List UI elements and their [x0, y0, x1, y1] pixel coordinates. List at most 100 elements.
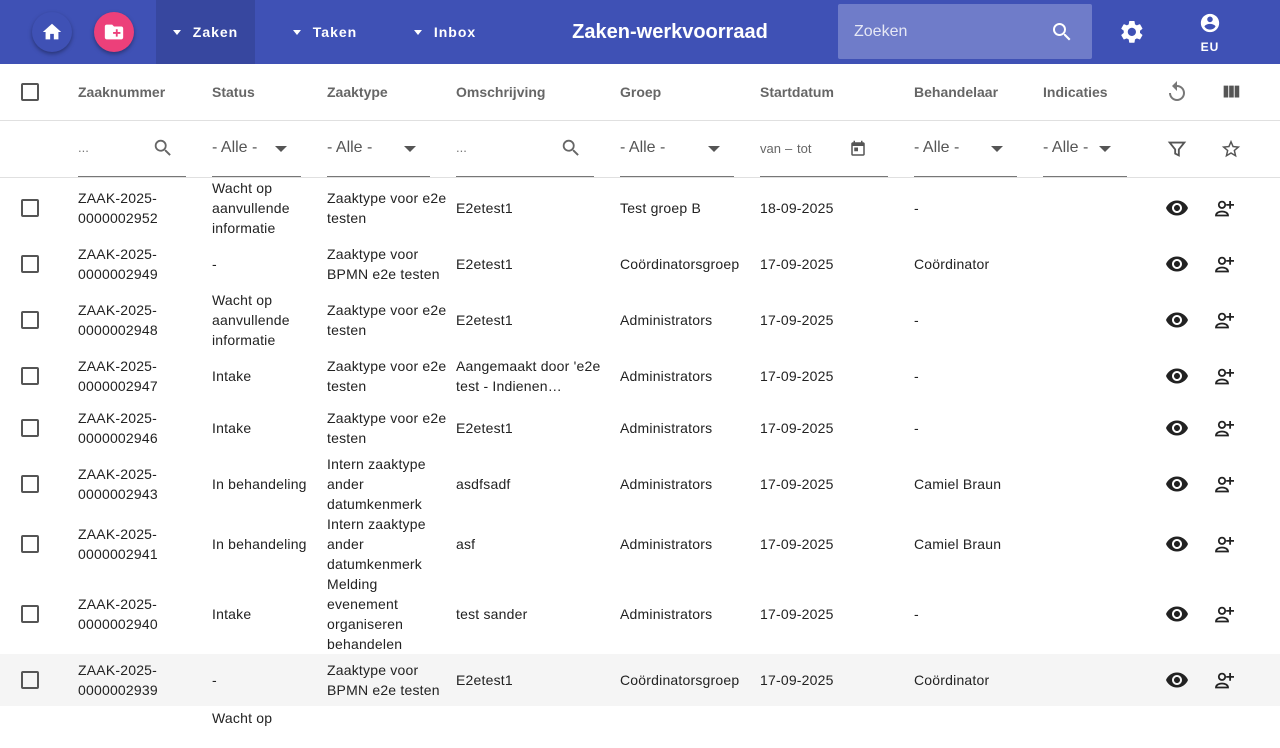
date-to-label[interactable]: tot [797, 141, 811, 156]
status-filter-select[interactable]: - Alle - [212, 120, 301, 177]
date-from-label[interactable]: van [760, 141, 781, 156]
table-row[interactable]: Wacht op [0, 708, 1280, 748]
row-checkbox[interactable] [21, 535, 39, 553]
column-header-startdatum[interactable]: Startdatum [760, 64, 834, 120]
table-row[interactable]: ZAAK-2025- 0000002946 Intake Zaaktype voor … [0, 402, 1280, 454]
assign-case-button[interactable] [1211, 250, 1239, 278]
assign-case-button[interactable] [1211, 362, 1239, 390]
home-button[interactable] [32, 12, 72, 52]
row-checkbox[interactable] [21, 475, 39, 493]
row-checkbox[interactable] [21, 311, 39, 329]
row-checkbox[interactable] [21, 671, 39, 689]
create-folder-icon [104, 24, 124, 40]
table-row[interactable]: ZAAK-2025- 0000002940 Intake Melding eveneme… [0, 574, 1280, 654]
select-all-checkbox[interactable] [21, 83, 39, 101]
indicaties-filter-value: - Alle - [1043, 139, 1089, 156]
zaaktype-cell-line: BPMN e2e testen [327, 266, 440, 282]
search-icon[interactable] [152, 137, 174, 159]
columns-button[interactable] [1217, 78, 1245, 106]
omschrijving-cell: E2etest1 [456, 418, 513, 438]
startdatum-cell: 18-09-2025 [760, 198, 834, 218]
behandelaar-cell: - [914, 366, 919, 386]
assign-case-button[interactable] [1211, 666, 1239, 694]
table-row[interactable]: ZAAK-2025- 0000002947 Intake Zaaktype voor … [0, 350, 1280, 402]
table-row[interactable]: ZAAK-2025- 0000002943 In behandeling Intern… [0, 454, 1280, 514]
column-header-status[interactable]: Status [212, 64, 255, 120]
behandelaar-cell: - [914, 198, 919, 218]
view-case-button[interactable] [1163, 600, 1191, 628]
settings-button[interactable] [1116, 16, 1148, 48]
eye-icon [1166, 476, 1188, 492]
eye-icon [1166, 200, 1188, 216]
view-case-button[interactable] [1163, 362, 1191, 390]
refresh-icon [1169, 81, 1185, 101]
assign-case-button[interactable] [1211, 530, 1239, 558]
user-menu-button[interactable]: EU [1190, 12, 1230, 56]
assign-case-button[interactable] [1211, 306, 1239, 334]
startdatum-cell-line: 18-09-2025 [760, 200, 834, 216]
behandelaar-filter-select[interactable]: - Alle - [914, 120, 1017, 177]
groep-cell: Coördinatorsgroep [620, 670, 739, 690]
row-checkbox[interactable] [21, 367, 39, 385]
status-cell-line: Wacht op [212, 292, 273, 308]
view-case-button[interactable] [1163, 250, 1191, 278]
view-case-button[interactable] [1163, 306, 1191, 334]
view-case-button[interactable] [1163, 414, 1191, 442]
zaaktype-filter-select[interactable]: - Alle - [327, 120, 430, 177]
calendar-icon[interactable] [849, 140, 867, 158]
zaaknummer-cell: ZAAK-2025- 0000002939 [78, 660, 158, 700]
reset-button[interactable] [1163, 78, 1191, 106]
column-header-omschrijving[interactable]: Omschrijving [456, 64, 545, 120]
zaaknummer-cell: ZAAK-2025- 0000002943 [78, 464, 158, 504]
omschrijving-cell-line: E2etest1 [456, 672, 513, 688]
menu-zaken[interactable]: Zaken [156, 0, 255, 64]
column-header-zaaknummer[interactable]: Zaaknummer [78, 64, 165, 120]
assign-case-button[interactable] [1211, 600, 1239, 628]
view-case-button[interactable] [1163, 530, 1191, 558]
view-case-button[interactable] [1163, 194, 1191, 222]
zaaknummer-filter-input[interactable] [78, 140, 154, 155]
filter-button[interactable] [1163, 135, 1191, 163]
table-row[interactable]: ZAAK-2025- 0000002949 - Zaaktype voor BPMN e… [0, 238, 1280, 290]
favorite-filters-button[interactable] [1217, 135, 1245, 163]
assign-case-button[interactable] [1211, 194, 1239, 222]
new-case-button[interactable] [94, 12, 134, 52]
column-header-zaaktype[interactable]: Zaaktype [327, 64, 388, 120]
startdatum-cell-line: 17-09-2025 [760, 256, 834, 272]
row-checkbox[interactable] [21, 419, 39, 437]
table-row[interactable]: ZAAK-2025- 0000002941 In behandeling Intern… [0, 514, 1280, 574]
person-add-icon [1215, 536, 1234, 553]
behandelaar-cell-line: Coördinator [914, 672, 990, 688]
zaaknummer-cell-line: 0000002946 [78, 430, 158, 446]
table-row[interactable]: ZAAK-2025- 0000002952 Wacht op aanvullende i… [0, 178, 1280, 238]
zaaknummer-cell-line: 0000002948 [78, 322, 158, 338]
row-checkbox[interactable] [21, 605, 39, 623]
menu-taken[interactable]: Taken [275, 0, 375, 64]
assign-case-button[interactable] [1211, 414, 1239, 442]
column-header-indicaties[interactable]: Indicaties [1043, 64, 1108, 120]
search-icon[interactable] [560, 137, 582, 159]
search-icon[interactable] [1050, 20, 1074, 44]
row-checkbox[interactable] [21, 255, 39, 273]
startdatum-cell: 17-09-2025 [760, 254, 834, 274]
table-row[interactable]: ZAAK-2025- 0000002939 - Zaaktype voor BPMN e… [0, 654, 1280, 706]
view-case-button[interactable] [1163, 470, 1191, 498]
behandelaar-cell: Coördinator [914, 254, 989, 274]
table-row[interactable]: ZAAK-2025- 0000002948 Wacht op aanvullende i… [0, 290, 1280, 350]
menu-inbox[interactable]: Inbox [395, 0, 495, 64]
groep-filter-select[interactable]: - Alle - [620, 120, 734, 177]
indicaties-filter-select[interactable]: - Alle - [1043, 120, 1127, 177]
search-input[interactable] [838, 4, 1044, 59]
row-checkbox[interactable] [21, 199, 39, 217]
column-header-groep[interactable]: Groep [620, 64, 661, 120]
behandelaar-cell: Camiel Braun [914, 534, 1001, 554]
startdatum-filter[interactable]: van – tot [760, 120, 888, 177]
behandelaar-cell-line: Coördinator [914, 256, 990, 272]
behandelaar-cell: - [914, 604, 919, 624]
omschrijving-cell: asf [456, 534, 475, 554]
assign-case-button[interactable] [1211, 470, 1239, 498]
omschrijving-filter-input[interactable] [456, 140, 553, 155]
column-header-behandelaar[interactable]: Behandelaar [914, 64, 998, 120]
view-case-button[interactable] [1163, 666, 1191, 694]
person-add-icon [1215, 672, 1234, 689]
